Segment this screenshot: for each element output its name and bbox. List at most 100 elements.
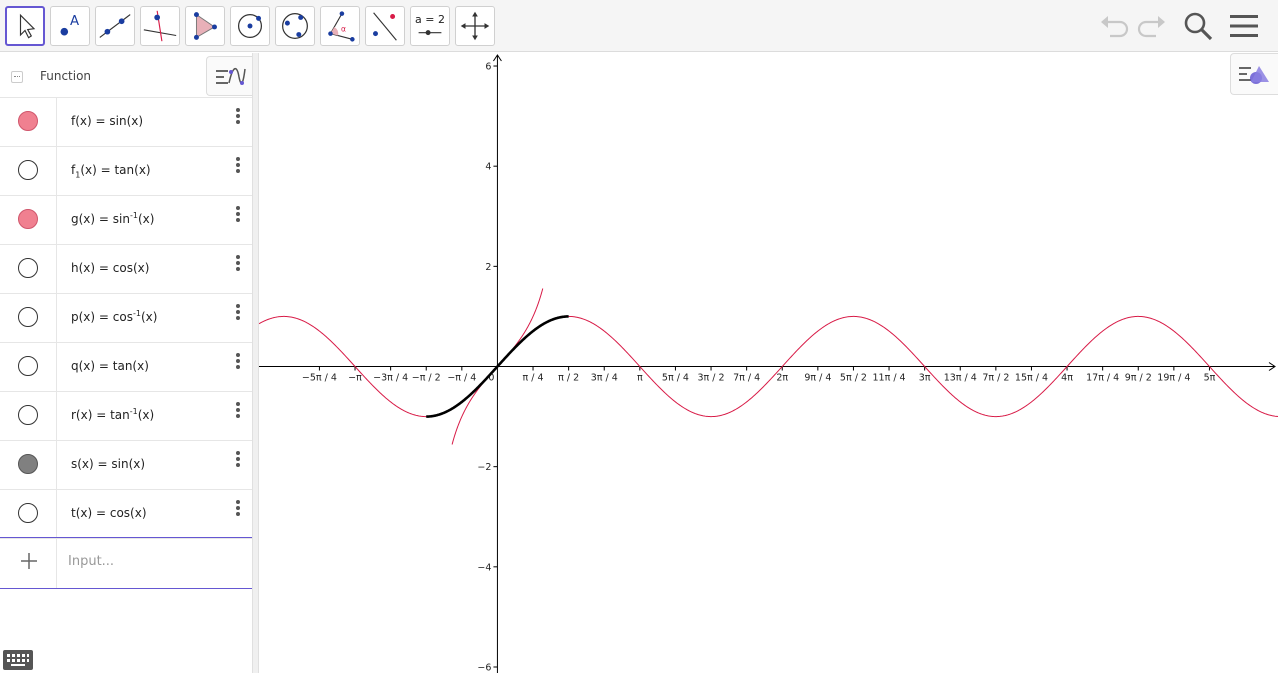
cursor-arrow-icon	[19, 13, 36, 39]
algebra-view: Function f(x) = sin(x) f1(x) = tan(x) g(x)…	[0, 53, 252, 673]
visibility-toggle[interactable]	[18, 160, 38, 180]
row-more-menu-button[interactable]	[232, 400, 244, 420]
function-definition[interactable]: t(x) = cos(x)	[71, 505, 147, 522]
x-tick-label: 3π / 2	[698, 373, 725, 384]
circle-center-icon	[237, 13, 263, 39]
algebra-row-t[interactable]: t(x) = cos(x)	[0, 490, 252, 539]
function-definition[interactable]: f1(x) = tan(x)	[71, 162, 151, 179]
line-tool-button[interactable]	[95, 6, 135, 46]
graph-canvas[interactable]: −5π / 4 −π −3π / 4 −π / 2 −π / 40π / 4π / 23…	[259, 53, 1278, 673]
x-tick-label: π / 4	[523, 373, 544, 384]
y-tick-label: 4	[485, 162, 491, 173]
row-more-menu-button[interactable]	[232, 351, 244, 371]
x-tick-label: 5π / 4	[662, 373, 689, 384]
x-tick-label: −π	[348, 373, 362, 384]
y-tick-label: −6	[477, 662, 491, 673]
main-menu-button[interactable]	[1226, 8, 1262, 44]
x-tick-label: −5π / 4	[302, 373, 337, 384]
algebra-row-s[interactable]: s(x) = sin(x)	[0, 441, 252, 490]
circle-center-tool-button[interactable]	[230, 6, 270, 46]
x-tick-label: −π / 2	[412, 373, 441, 384]
row-more-menu-button[interactable]	[232, 253, 244, 273]
line-icon	[99, 14, 131, 38]
y-tick-label: −4	[477, 562, 491, 573]
redo-button[interactable]	[1134, 8, 1170, 44]
row-more-menu-button[interactable]	[232, 302, 244, 322]
x-tick-label: 13π / 4	[944, 373, 977, 384]
y-tick-label: −2	[477, 462, 491, 473]
menu-icon	[1230, 15, 1258, 37]
x-tick-label: 9π / 4	[804, 373, 831, 384]
x-tick-label: 3π / 4	[591, 373, 618, 384]
circle-three-points-tool-button[interactable]	[275, 6, 315, 46]
function-definition[interactable]: p(x) = cos-1(x)	[71, 309, 157, 326]
row-more-menu-button[interactable]	[232, 155, 244, 175]
algebra-row-q[interactable]: q(x) = tan(x)	[0, 343, 252, 392]
perpendicular-line-tool-button[interactable]	[140, 6, 180, 46]
move-tool-button[interactable]	[5, 6, 45, 46]
visibility-toggle[interactable]	[18, 258, 38, 278]
algebra-style-bar-button[interactable]	[206, 56, 252, 96]
row-more-menu-button[interactable]	[232, 449, 244, 469]
visibility-toggle[interactable]	[18, 307, 38, 327]
algebra-input-row[interactable]: Input...	[0, 537, 252, 589]
row-more-menu-button[interactable]	[232, 204, 244, 224]
algebra-input-field[interactable]: Input...	[68, 554, 114, 569]
x-tick-label: 2π	[776, 373, 788, 384]
circle-three-points-icon	[282, 13, 308, 39]
polygon-icon	[193, 12, 217, 40]
visibility-toggle[interactable]	[18, 111, 38, 131]
algebra-row-f[interactable]: f(x) = sin(x)	[0, 98, 252, 147]
algebra-row-p[interactable]: p(x) = cos-1(x)	[0, 294, 252, 343]
algebra-row-h[interactable]: h(x) = cos(x)	[0, 245, 252, 294]
x-tick-label: π / 2	[558, 373, 579, 384]
visibility-toggle[interactable]	[18, 356, 38, 376]
algebra-group-title: Function	[40, 69, 92, 83]
search-button[interactable]	[1180, 8, 1216, 44]
add-object-button[interactable]	[18, 550, 40, 572]
panel-splitter[interactable]	[252, 53, 259, 673]
row-more-menu-button[interactable]	[232, 498, 244, 518]
redo-icon	[1137, 16, 1165, 38]
undo-button[interactable]	[1096, 8, 1132, 44]
visibility-toggle[interactable]	[18, 454, 38, 474]
row-more-menu-button[interactable]	[232, 106, 244, 126]
perpendicular-line-icon	[143, 10, 177, 42]
y-tick-label: 2	[485, 262, 491, 273]
graphics-style-bar-button[interactable]	[1230, 53, 1278, 95]
graphics-view[interactable]: −5π / 4 −π −3π / 4 −π / 2 −π / 40π / 4π / 23…	[259, 53, 1278, 673]
undo-icon	[1101, 16, 1129, 38]
point-tool-button[interactable]: A	[50, 6, 90, 46]
move-graphics-view-tool-button[interactable]	[455, 6, 495, 46]
algebra-row-f1[interactable]: f1(x) = tan(x)	[0, 147, 252, 196]
function-definition[interactable]: h(x) = cos(x)	[71, 260, 149, 277]
function-definition[interactable]: r(x) = tan-1(x)	[71, 407, 154, 424]
slider-icon	[418, 30, 442, 36]
angle-tool-button[interactable]: α	[320, 6, 360, 46]
function-definition[interactable]: s(x) = sin(x)	[71, 456, 145, 473]
virtual-keyboard-button[interactable]	[3, 650, 33, 670]
algebra-row-g[interactable]: g(x) = sin-1(x)	[0, 196, 252, 245]
function-definition[interactable]: f(x) = sin(x)	[71, 113, 143, 130]
reflect-tool-button[interactable]	[365, 6, 405, 46]
visibility-toggle[interactable]	[18, 209, 38, 229]
x-tick-label: π	[637, 373, 643, 384]
x-tick-label: −π / 4	[447, 373, 476, 384]
slider-tool-button[interactable]: a = 2	[410, 6, 450, 46]
function-definition[interactable]: q(x) = tan(x)	[71, 358, 149, 375]
svg-text:α: α	[341, 25, 346, 34]
visibility-toggle[interactable]	[18, 405, 38, 425]
algebra-row-r[interactable]: r(x) = tan-1(x)	[0, 392, 252, 441]
x-tick-label: 19π / 4	[1157, 373, 1190, 384]
x-tick-label: 9π / 2	[1125, 373, 1152, 384]
algebra-style-icon	[216, 68, 246, 85]
move-view-icon	[460, 11, 490, 41]
visibility-toggle[interactable]	[18, 503, 38, 523]
polygon-tool-button[interactable]	[185, 6, 225, 46]
collapse-group-button[interactable]	[11, 71, 23, 83]
x-tick-label: 5π	[1204, 373, 1216, 384]
toolbar: A α a = 2	[0, 0, 1278, 52]
function-definition[interactable]: g(x) = sin-1(x)	[71, 211, 154, 228]
x-tick-label: 5π / 2	[840, 373, 867, 384]
search-icon	[1184, 12, 1213, 41]
